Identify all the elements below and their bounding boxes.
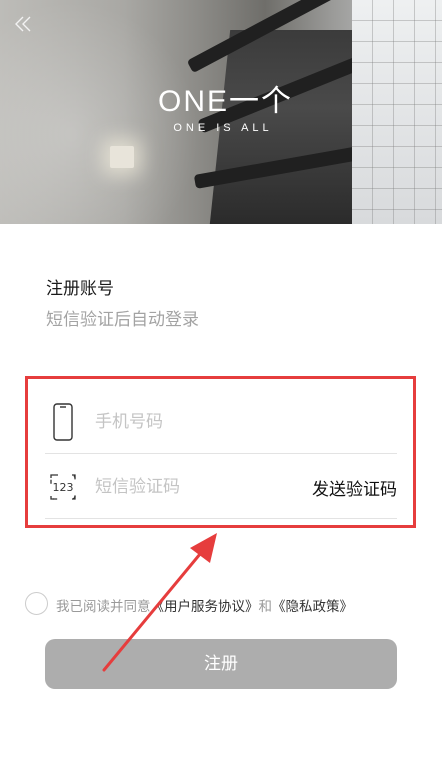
- logo-wordmark: ONE一个: [158, 85, 294, 118]
- svg-text:123: 123: [53, 481, 74, 494]
- sms-code-field-row: 123 发送验证码: [45, 455, 397, 519]
- back-button[interactable]: [12, 12, 36, 36]
- register-button[interactable]: 注册: [45, 639, 397, 689]
- sms-code-input[interactable]: [95, 471, 295, 503]
- wall-lamp: [110, 146, 134, 168]
- agreement-text: 我已阅读并同意《用户服务协议》和《隐私政策》: [56, 595, 353, 615]
- terms-of-service-link[interactable]: 《用户服务协议》: [151, 599, 259, 615]
- double-chevron-left-icon: [15, 16, 31, 32]
- sms-code-icon: 123: [50, 474, 76, 500]
- app-logo: ONE一个 ONE IS ALL: [158, 85, 294, 135]
- page-subtitle: 短信验证后自动登录: [46, 310, 199, 330]
- hero-window: [352, 0, 442, 224]
- agreement-conjunction: 和: [258, 599, 273, 615]
- phone-field-row: [45, 390, 397, 454]
- agreement-checkbox[interactable]: [25, 592, 48, 615]
- hero-banner: ONE一个 ONE IS ALL: [0, 0, 442, 224]
- send-code-button[interactable]: 发送验证码: [312, 475, 397, 500]
- privacy-policy-link[interactable]: 《隐私政策》: [272, 599, 353, 615]
- phone-icon: [53, 403, 73, 441]
- logo-tagline: ONE IS ALL: [173, 122, 273, 134]
- phone-input[interactable]: [95, 406, 295, 438]
- page-title: 注册账号: [46, 279, 114, 299]
- agreement-prefix: 我已阅读并同意: [56, 599, 151, 615]
